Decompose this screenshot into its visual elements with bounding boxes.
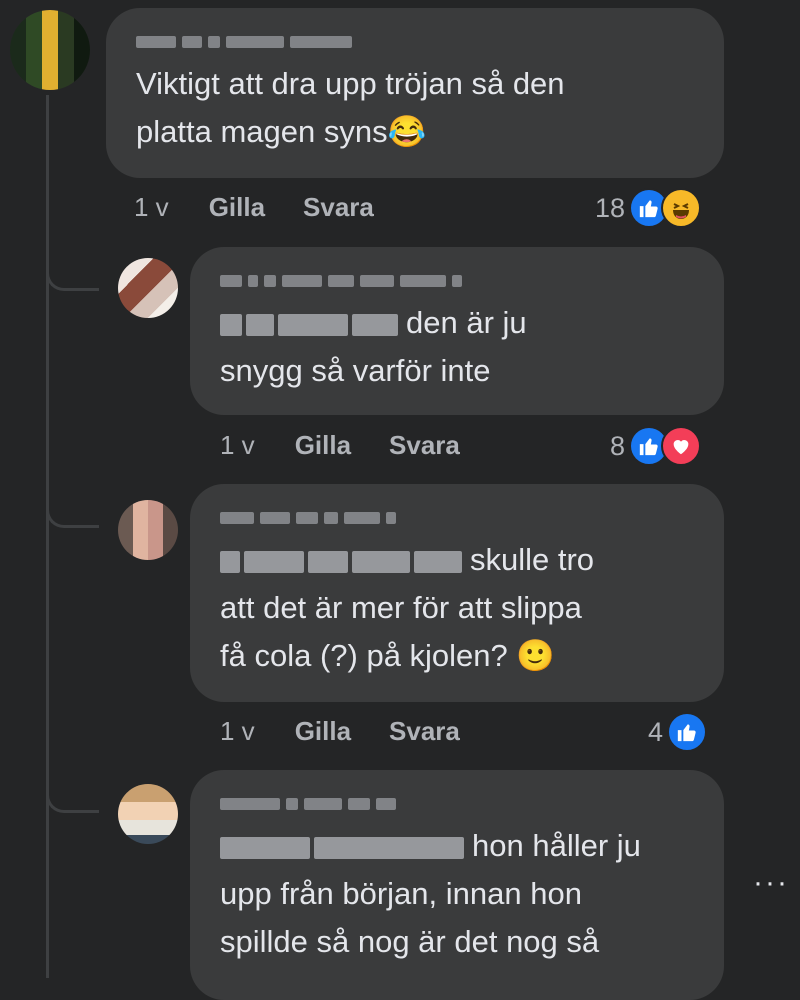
reactions-summary[interactable]: 18 — [595, 188, 702, 228]
like-button[interactable]: Gilla — [209, 192, 265, 223]
avatar[interactable] — [118, 500, 178, 560]
haha-icon — [661, 188, 702, 228]
mention-blurred[interactable] — [220, 836, 464, 859]
author-name-blurred[interactable] — [220, 792, 694, 816]
comment-bubble: hon håller ju upp från början, innan hon… — [190, 770, 724, 1000]
reply-button[interactable]: Svara — [389, 430, 460, 461]
mention-blurred[interactable] — [220, 550, 462, 573]
avatar[interactable] — [118, 258, 178, 318]
comment-text: skulle tro att det är mer för att slippa… — [220, 542, 595, 673]
comment-bubble: skulle tro att det är mer för att slippa… — [190, 484, 724, 702]
emoji: 🙂 — [516, 638, 556, 673]
thread-line — [46, 95, 49, 978]
comment-actions: 1 v Gilla Svara — [134, 192, 412, 223]
author-name-blurred[interactable] — [136, 30, 694, 54]
reply-connector — [46, 258, 99, 291]
timestamp[interactable]: 1 v — [220, 716, 255, 747]
comment-text: hon håller ju upp från början, innan hon… — [220, 828, 641, 959]
comment-actions: 1 v Gilla Svara — [220, 430, 498, 461]
avatar[interactable] — [118, 784, 178, 844]
reaction-count: 8 — [610, 430, 626, 461]
reply-connector — [46, 780, 99, 813]
reactions-summary[interactable]: 4 — [648, 712, 708, 752]
comment-text: den är ju snygg så varför inte — [220, 305, 527, 388]
timestamp[interactable]: 1 v — [220, 430, 255, 461]
author-name-blurred[interactable] — [220, 506, 694, 530]
love-icon — [661, 426, 702, 466]
like-button[interactable]: Gilla — [295, 430, 351, 461]
author-name-blurred[interactable] — [220, 269, 694, 293]
reply-connector — [46, 495, 99, 528]
reaction-count: 18 — [595, 192, 626, 223]
like-button[interactable]: Gilla — [295, 716, 351, 747]
mention-blurred[interactable] — [220, 313, 398, 336]
reply-button[interactable]: Svara — [389, 716, 460, 747]
more-options-icon[interactable]: ··· — [753, 866, 789, 900]
timestamp[interactable]: 1 v — [134, 192, 169, 223]
comment-bubble: den är ju snygg så varför inte — [190, 247, 724, 415]
emoji: 😂 — [387, 114, 427, 149]
reaction-count: 4 — [648, 716, 664, 747]
comment-bubble: Viktigt att dra upp tröjan så den platta… — [106, 8, 724, 178]
reactions-summary[interactable]: 8 — [610, 426, 702, 466]
comment-actions: 1 v Gilla Svara — [220, 716, 498, 747]
like-icon — [667, 712, 708, 752]
comment-text: Viktigt att dra upp tröjan så den platta… — [136, 66, 565, 149]
avatar[interactable] — [10, 10, 90, 90]
reply-button[interactable]: Svara — [303, 192, 374, 223]
